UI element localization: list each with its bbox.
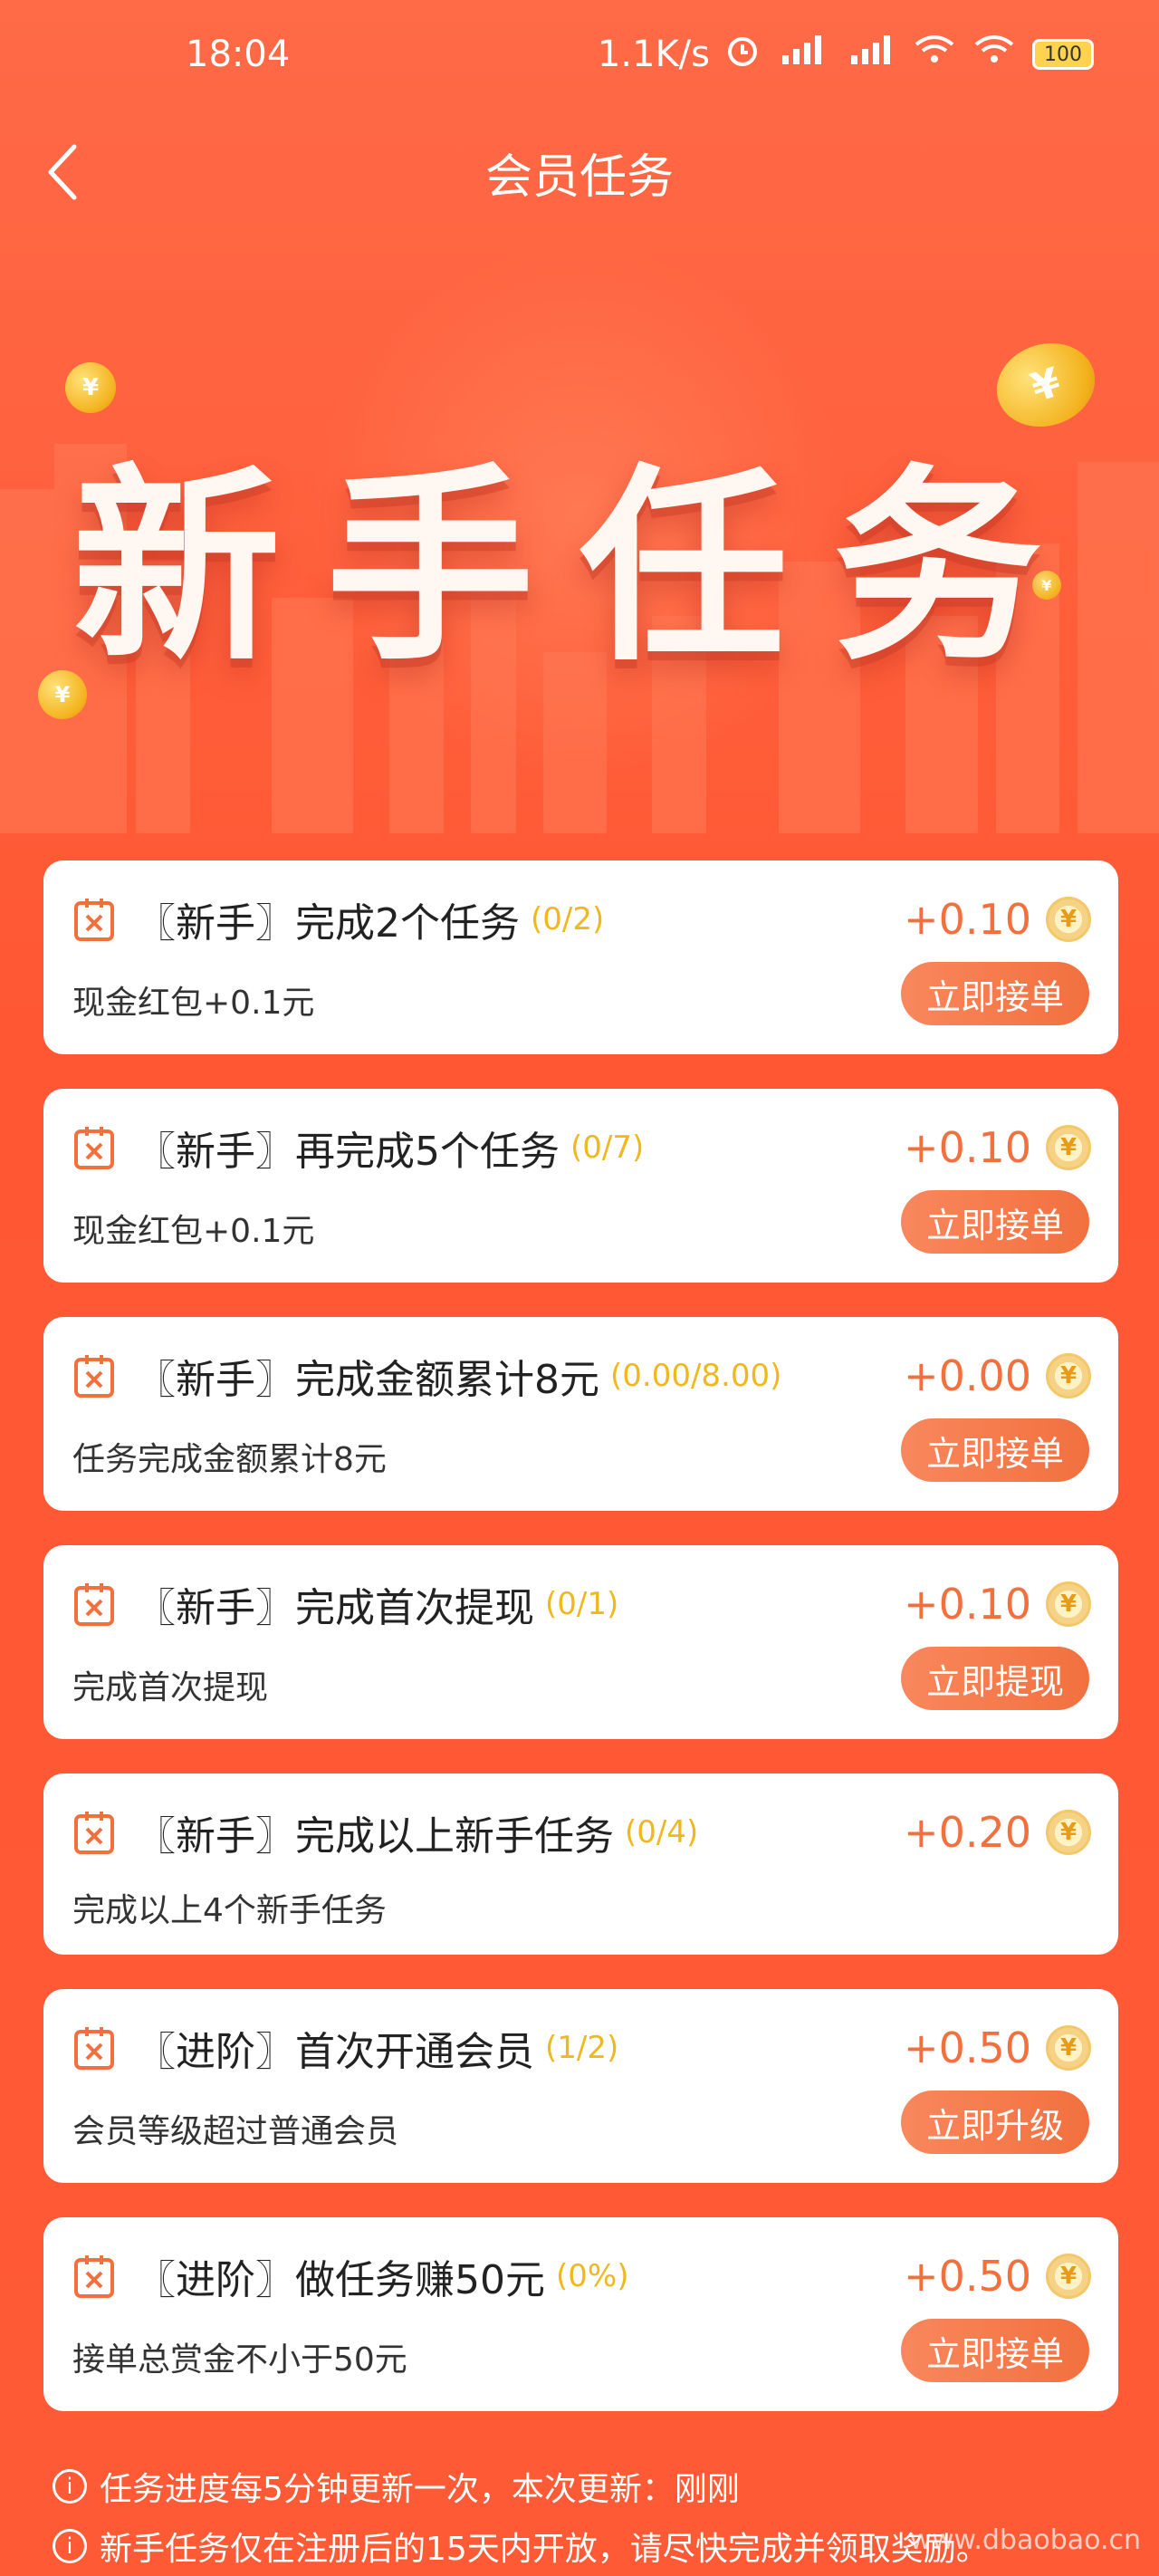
note-update: i 任务进度每5分钟更新一次，本次更新：刚刚 — [53, 2456, 1139, 2516]
task-reward: +0.10 ¥ — [904, 888, 1091, 951]
task-title: 〖新手〗再完成5个任务 — [136, 1129, 560, 1175]
battery-icon: 100 — [1032, 39, 1094, 70]
task-title: 〖新手〗完成2个任务 — [136, 900, 520, 947]
status-bar: 18:04 1.1K/s 100 — [0, 0, 1159, 109]
accept-task-button[interactable]: 立即接单 — [901, 2319, 1089, 2382]
task-card: 〖新手〗完成金额累计8元 (0.00/8.00) +0.00 ¥ 任务完成金额累… — [43, 1317, 1118, 1511]
note-text: 任务进度每5分钟更新一次，本次更新：刚刚 — [100, 2471, 740, 2508]
accept-task-button[interactable]: 立即接单 — [901, 1190, 1089, 1254]
task-title: 〖新手〗完成以上新手任务 — [136, 1813, 614, 1860]
task-title-row: 〖进阶〗做任务赚50元 (0%) — [72, 2244, 628, 2308]
coin-icon: ¥ — [1046, 897, 1091, 942]
clipboard-icon — [72, 1125, 116, 1170]
task-description: 任务完成金额累计8元 — [72, 1441, 387, 1478]
page-title: 会员任务 — [484, 149, 674, 205]
reward-amount: +0.50 — [904, 2252, 1031, 2301]
task-progress: (0/2) — [531, 901, 605, 937]
reward-amount: +0.00 — [904, 1351, 1031, 1400]
task-description: 接单总赏金不小于50元 — [72, 2341, 407, 2379]
wifi-icon — [972, 32, 1018, 77]
task-title: 〖进阶〗首次开通会员 — [136, 2029, 534, 2075]
status-icons: 1.1K/s 100 — [598, 32, 1094, 77]
signal-icon-2 — [844, 32, 898, 77]
task-reward: +0.00 ¥ — [904, 1344, 1091, 1408]
task-card: 〖新手〗再完成5个任务 (0/7) +0.10 ¥ 现金红包+0.1元 立即接单 — [43, 1089, 1118, 1283]
reward-amount: +0.10 — [904, 1580, 1031, 1629]
clipboard-icon — [72, 1810, 116, 1855]
back-button[interactable] — [27, 136, 100, 208]
task-description: 完成首次提现 — [72, 1669, 269, 1706]
coin-icon: ¥ — [1046, 1353, 1091, 1399]
task-reward: +0.50 ¥ — [904, 2244, 1091, 2308]
accept-task-button[interactable]: 立即接单 — [901, 1418, 1089, 1482]
task-reward: +0.10 ¥ — [904, 1116, 1091, 1179]
task-description: 现金红包+0.1元 — [72, 985, 315, 1022]
coin-icon: ¥ — [1046, 2254, 1091, 2299]
banner: ¥ ¥ ¥ ¥ 新手任务 — [0, 235, 1159, 833]
task-description: 完成以上4个新手任务 — [72, 1892, 387, 1929]
task-title-row: 〖新手〗完成首次提现 (0/1) — [72, 1572, 618, 1636]
clipboard-icon — [72, 2254, 116, 2299]
task-card: 〖新手〗完成首次提现 (0/1) +0.10 ¥ 完成首次提现 立即提现 — [43, 1545, 1118, 1739]
net-speed: 1.1K/s — [597, 34, 710, 75]
reward-amount: +0.10 — [904, 895, 1031, 944]
task-list: 〖新手〗完成2个任务 (0/2) +0.10 ¥ 现金红包+0.1元 立即接单 … — [43, 860, 1118, 2446]
note-text: 新手任务仅在注册后的15天内开放，请尽快完成并领取奖励。 — [100, 2531, 989, 2568]
signal-icon-1 — [775, 32, 829, 77]
task-card: 〖新手〗完成2个任务 (0/2) +0.10 ¥ 现金红包+0.1元 立即接单 — [43, 860, 1118, 1054]
task-title-row: 〖新手〗完成2个任务 (0/2) — [72, 888, 604, 951]
task-progress: (0.00/8.00) — [610, 1358, 782, 1394]
task-title-row: 〖新手〗再完成5个任务 (0/7) — [72, 1116, 644, 1179]
task-title-row: 〖进阶〗首次开通会员 (1/2) — [72, 2016, 618, 2080]
coin-icon: ¥ — [1046, 1810, 1091, 1855]
task-progress: (0/4) — [625, 1814, 699, 1850]
watermark: www.dbaobao.cn — [909, 2524, 1141, 2556]
task-progress: (0/1) — [545, 1586, 619, 1622]
task-title-row: 〖新手〗完成以上新手任务 (0/4) — [72, 1801, 698, 1864]
clipboard-icon — [72, 1353, 116, 1399]
withdraw-button[interactable]: 立即提现 — [901, 1647, 1089, 1710]
banner-title: 新手任务 — [72, 447, 1087, 689]
task-reward: +0.20 ¥ — [904, 1801, 1091, 1864]
info-icon: i — [53, 2529, 87, 2563]
task-description: 现金红包+0.1元 — [72, 1213, 315, 1250]
task-progress: (0/7) — [570, 1129, 645, 1166]
task-progress: (1/2) — [545, 2030, 619, 2066]
reward-amount: +0.10 — [904, 1123, 1031, 1172]
task-description: 会员等级超过普通会员 — [72, 2113, 399, 2150]
accept-task-button[interactable]: 立即接单 — [901, 962, 1089, 1025]
info-icon: i — [53, 2469, 87, 2504]
task-card: 〖进阶〗首次开通会员 (1/2) +0.50 ¥ 会员等级超过普通会员 立即升级 — [43, 1989, 1118, 2183]
reward-amount: +0.50 — [904, 2023, 1031, 2072]
task-title: 〖进阶〗做任务赚50元 — [136, 2257, 545, 2303]
status-time: 18:04 — [186, 34, 291, 75]
reward-amount: +0.20 — [904, 1808, 1031, 1857]
alarm-icon — [724, 32, 761, 77]
chevron-left-icon — [48, 144, 77, 200]
task-reward: +0.50 ¥ — [904, 2016, 1091, 2080]
task-card: 〖进阶〗做任务赚50元 (0%) +0.50 ¥ 接单总赏金不小于50元 立即接… — [43, 2217, 1118, 2411]
task-title: 〖新手〗完成金额累计8元 — [136, 1357, 599, 1403]
coin-icon: ¥ — [1046, 1125, 1091, 1170]
coin-icon: ¥ — [1046, 1581, 1091, 1627]
clipboard-icon — [72, 1581, 116, 1627]
task-progress: (0%) — [556, 2258, 629, 2294]
task-reward: +0.10 ¥ — [904, 1572, 1091, 1636]
footer-notes: i 任务进度每5分钟更新一次，本次更新：刚刚 i 新手任务仅在注册后的15天内开… — [53, 2456, 1139, 2576]
clipboard-icon — [72, 2025, 116, 2071]
coin-icon: ¥ — [1046, 2025, 1091, 2071]
nav-bar: 会员任务 — [0, 109, 1159, 235]
clipboard-icon — [72, 897, 116, 942]
wifi-plus-icon — [913, 32, 958, 77]
upgrade-button[interactable]: 立即升级 — [901, 2091, 1089, 2154]
task-title: 〖新手〗完成首次提现 — [136, 1585, 534, 1631]
task-card: 〖新手〗完成以上新手任务 (0/4) +0.20 ¥ 完成以上4个新手任务 — [43, 1773, 1118, 1955]
task-title-row: 〖新手〗完成金额累计8元 (0.00/8.00) — [72, 1344, 781, 1408]
